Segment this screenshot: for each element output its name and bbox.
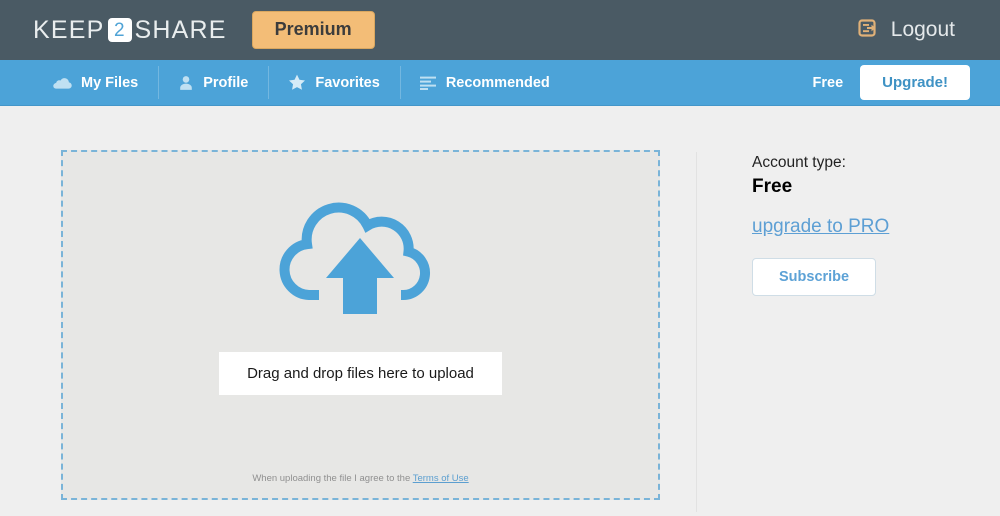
nav-item-my-files[interactable]: My Files — [33, 60, 158, 105]
logout-label: Logout — [890, 18, 955, 41]
logo-badge-two: 2 — [107, 18, 132, 42]
cloud-upload-icon — [273, 194, 448, 319]
logo-text-share: SHARE — [134, 15, 227, 44]
app-header: KEEP 2 SHARE Premium Logout — [0, 0, 1000, 60]
account-type-label: Account type: — [752, 154, 846, 171]
account-sidebar: Account type: Free upgrade to PRO Subscr… — [697, 150, 889, 500]
logo[interactable]: KEEP 2 SHARE — [33, 16, 227, 45]
list-icon — [419, 76, 437, 90]
nav-item-group: My Files Profile Favorites Recommended — [33, 60, 570, 105]
nav-item-profile[interactable]: Profile — [158, 60, 268, 105]
subscribe-button[interactable]: Subscribe — [752, 258, 877, 297]
terms-of-use-link[interactable]: Terms of Use — [413, 473, 469, 484]
plan-label: Free — [812, 74, 844, 91]
logo-text-keep: KEEP — [33, 15, 105, 44]
file-dropzone[interactable]: Drag and drop files here to upload When … — [61, 150, 660, 500]
nav-label: Profile — [203, 74, 249, 91]
cloud-icon — [53, 76, 72, 90]
logout-button[interactable]: Logout — [858, 18, 955, 43]
premium-button[interactable]: Premium — [251, 10, 375, 50]
main-navigation: My Files Profile Favorites Recommended F… — [0, 60, 1000, 106]
nav-item-favorites[interactable]: Favorites — [268, 60, 399, 105]
upgrade-button[interactable]: Upgrade! — [860, 65, 970, 100]
nav-item-recommended[interactable]: Recommended — [399, 60, 570, 105]
star-icon — [288, 74, 306, 91]
logout-icon — [858, 18, 878, 43]
nav-right-group: Free Upgrade! — [813, 60, 970, 105]
dropzone-label: Drag and drop files here to upload — [219, 352, 502, 395]
terms-notice: When uploading the file I agree to the T… — [63, 473, 658, 484]
page-content: Drag and drop files here to upload When … — [0, 106, 1000, 512]
nav-label: Recommended — [445, 74, 550, 91]
upgrade-to-pro-link[interactable]: upgrade to PRO — [752, 216, 889, 238]
terms-prefix: When uploading the file I agree to the — [252, 473, 413, 484]
nav-label: My Files — [81, 74, 139, 91]
nav-label: Favorites — [315, 74, 380, 91]
user-icon — [178, 75, 194, 91]
upload-column: Drag and drop files here to upload When … — [0, 150, 697, 512]
account-type-value: Free — [752, 176, 793, 198]
